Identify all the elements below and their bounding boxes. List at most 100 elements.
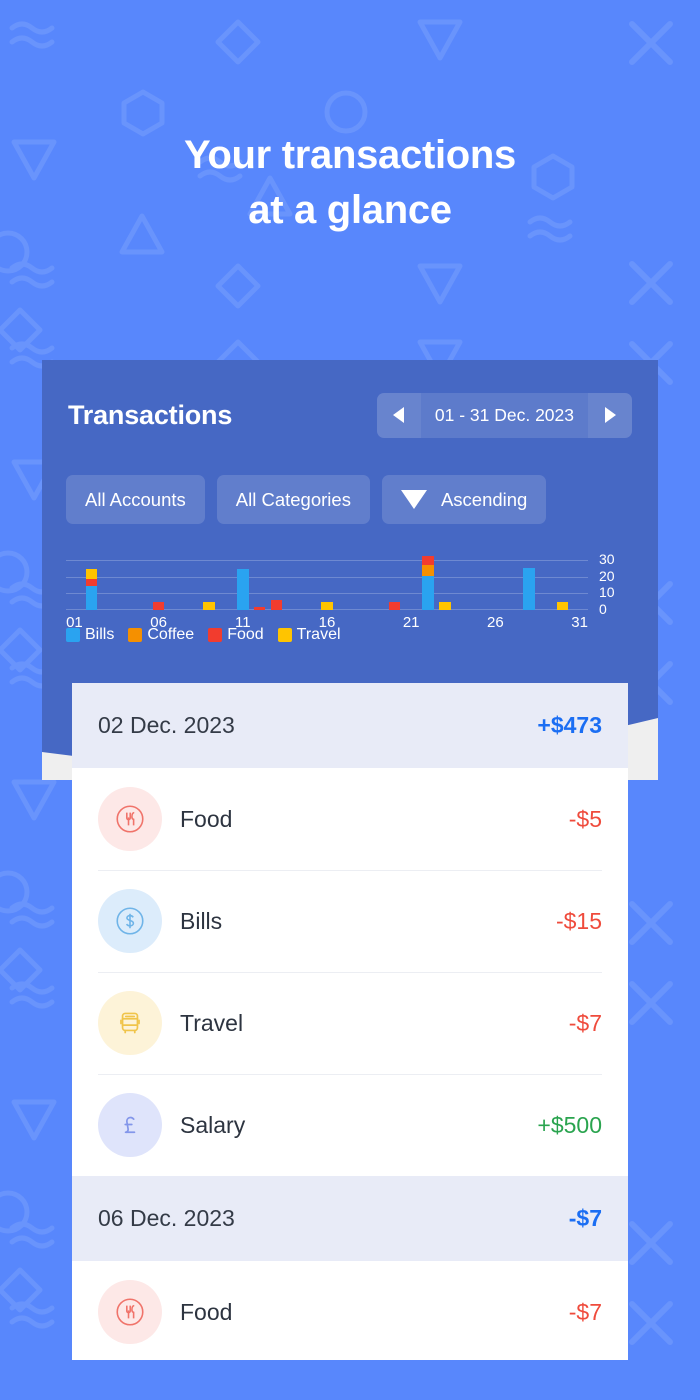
- legend-label: Coffee: [147, 626, 195, 643]
- chart-bar-segment-travel: [439, 601, 451, 610]
- transaction-row[interactable]: Food -$5: [72, 768, 628, 870]
- legend-label: Food: [227, 626, 264, 643]
- pound-icon: [98, 1093, 162, 1157]
- chart-bar-segment-travel: [557, 601, 569, 610]
- chart-bar: [321, 601, 333, 610]
- chart-bar-segment-coffee: [422, 564, 434, 576]
- chart-y-tick: 30: [599, 551, 615, 567]
- triangle-right-icon: [604, 407, 616, 423]
- headline-line-1: Your transactions: [183, 133, 516, 177]
- transaction-amount: -$7: [568, 1298, 602, 1325]
- chart-bar-segment-travel: [85, 569, 97, 580]
- transaction-date-header: 06 Dec. 2023 -$7: [72, 1176, 628, 1261]
- chart-bar-segment-bills: [237, 569, 249, 610]
- chart-legend: Bills Coffee Food Travel: [66, 626, 349, 644]
- chart-bar-segment-food: [422, 556, 434, 565]
- legend-item-coffee: Coffee: [128, 626, 194, 644]
- transaction-amount: -$15: [555, 907, 602, 934]
- transaction-day-total: -$7: [568, 1205, 602, 1231]
- legend-item-travel: Travel: [277, 626, 341, 644]
- date-range-selector[interactable]: 01 - 31 Dec. 2023: [376, 392, 632, 438]
- filter-sort-order-label: Ascending: [440, 488, 528, 510]
- transaction-group: Food -$5 Bills -$15 Travel -$7 Salary +$500: [72, 768, 628, 1176]
- filter-bar: All Accounts All Categories Ascending: [42, 475, 658, 524]
- headline-line-2: at a glance: [248, 188, 452, 233]
- transaction-day-total: +$473: [537, 712, 602, 738]
- transaction-amount: -$5: [568, 805, 602, 832]
- cutlery-icon: [98, 1280, 162, 1344]
- legend-label: Travel: [296, 626, 341, 643]
- transaction-category-label: Food: [180, 1298, 233, 1325]
- transaction-category-label: Food: [180, 805, 233, 832]
- chart-bar-segment-travel: [321, 601, 333, 610]
- legend-swatch-food: [208, 628, 223, 642]
- chart-bar: [203, 601, 215, 610]
- chart-bar-segment-food: [270, 600, 283, 610]
- chart-bar-segment-travel: [203, 601, 215, 610]
- chart-gridline: [66, 592, 588, 594]
- legend-swatch-coffee: [128, 628, 143, 642]
- transaction-category-label: Travel: [180, 1009, 244, 1036]
- chart-y-axis: 30 20 10 0: [592, 552, 634, 616]
- transaction-row[interactable]: Salary +$500: [72, 1074, 628, 1176]
- legend-item-food: Food: [208, 626, 264, 644]
- chart-bar: [439, 601, 451, 610]
- page-title: Your transactions at a glance: [0, 128, 700, 238]
- chart-y-tick: 20: [599, 567, 615, 584]
- chart-bar: [85, 569, 97, 610]
- filter-sort-order[interactable]: Ascending: [381, 475, 547, 524]
- filter-all-accounts-label: All Accounts: [85, 488, 186, 510]
- transaction-list: 02 Dec. 2023 +$473 Food -$5 Bills -$15 Travel -…: [72, 683, 628, 1360]
- triangle-left-icon: [393, 407, 405, 423]
- transaction-date-label: 02 Dec. 2023: [98, 712, 235, 738]
- transaction-row[interactable]: Food -$7: [72, 1261, 628, 1360]
- chart-bar: [237, 569, 249, 610]
- chart-plot-area: [66, 556, 588, 610]
- transaction-category-label: Salary: [180, 1111, 246, 1138]
- dollar-icon: [98, 889, 162, 953]
- chart-bar-segment-bills: [85, 585, 97, 610]
- transaction-row[interactable]: Travel -$7: [72, 972, 628, 1074]
- transaction-amount: +$500: [537, 1111, 602, 1138]
- chart-bar-segment-food: [152, 601, 165, 610]
- transaction-row[interactable]: Bills -$15: [72, 870, 628, 972]
- date-range-label: 01 - 31 Dec. 2023: [434, 404, 574, 425]
- legend-label: Bills: [85, 626, 115, 643]
- chart-bar-segment-bills: [422, 575, 434, 610]
- filter-all-categories[interactable]: All Categories: [216, 475, 370, 524]
- chart-x-tick: 26: [487, 614, 504, 631]
- chart-bar-segment-food: [388, 601, 401, 610]
- chart-bar: [270, 600, 283, 610]
- transactions-chart: 30 20 10 0 01 06 11 16 21 26 31: [42, 552, 658, 663]
- app-title: Transactions: [68, 399, 233, 430]
- chart-bar: [152, 601, 165, 610]
- filter-all-categories-label: All Categories: [235, 488, 351, 510]
- transaction-amount: -$7: [568, 1009, 602, 1036]
- legend-swatch-bills: [66, 628, 80, 642]
- filter-all-accounts[interactable]: All Accounts: [66, 475, 205, 524]
- legend-swatch-travel: [277, 628, 292, 642]
- chart-bar: [557, 601, 569, 610]
- bottom-spacer: [0, 1360, 700, 1400]
- chart-bar: [388, 601, 401, 610]
- cutlery-icon: [98, 787, 162, 851]
- chart-bar: [422, 556, 434, 610]
- transaction-date-label: 06 Dec. 2023: [98, 1205, 235, 1231]
- chart-bar-segment-bills: [523, 567, 535, 610]
- chart-bar: [253, 606, 266, 610]
- bus-icon: [98, 991, 162, 1055]
- transaction-date-header: 02 Dec. 2023 +$473: [72, 683, 628, 768]
- app-screen: Transactions 01 - 31 Dec. 2023 All Accou…: [42, 360, 658, 1360]
- transaction-category-label: Bills: [180, 907, 223, 934]
- date-next-button[interactable]: [588, 392, 632, 438]
- app-header: Transactions 01 - 31 Dec. 2023: [42, 360, 658, 470]
- chart-x-tick: 31: [571, 614, 588, 631]
- transaction-group: Food -$7: [72, 1261, 628, 1360]
- chart-y-tick: 0: [599, 600, 607, 617]
- chart-gridline: [66, 560, 588, 562]
- chart-bar: [523, 567, 535, 610]
- chart-y-tick: 10: [599, 584, 615, 601]
- triangle-down-icon: [400, 490, 427, 509]
- date-prev-button[interactable]: [376, 392, 421, 438]
- chart-gridline: [66, 576, 588, 578]
